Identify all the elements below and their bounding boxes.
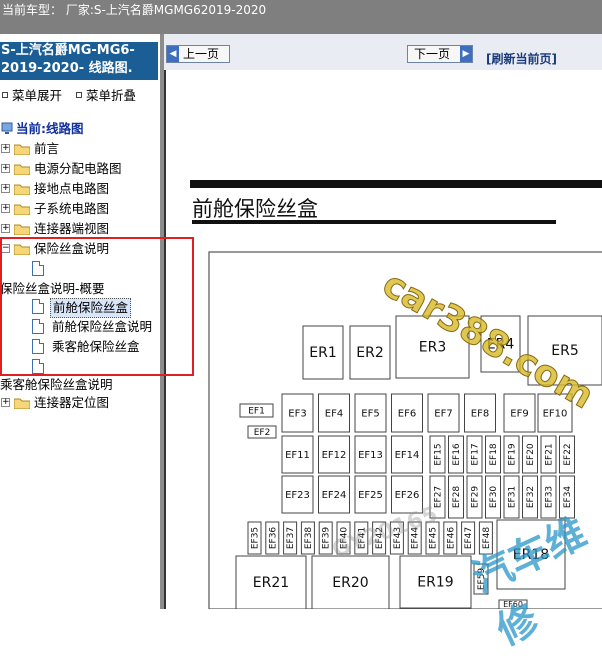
sidebar-header: S-上汽名爵MG-MG6-2019-2020- 线路图.: [0, 42, 158, 80]
fuse-ef8-label: EF8: [471, 408, 489, 419]
folder-icon: [14, 184, 30, 195]
fuse-ef44-label: EF44: [411, 527, 421, 550]
fuse-ef25-label: EF25: [358, 490, 383, 501]
computer-icon: [1, 122, 13, 134]
expand-plus-icon[interactable]: +: [1, 398, 10, 407]
fuse-ef14-label: EF14: [395, 450, 420, 461]
collapse-menu-button[interactable]: 菜单折叠: [76, 85, 136, 104]
fuse-ef35-label: EF35: [251, 527, 261, 549]
expand-icon: [2, 92, 8, 98]
diagram-area: 前舱保险丝盒 ER1 ER2 ER3 ER4 ER5 ER18 ER19 ER20 ER21 EF…: [164, 70, 602, 609]
relay-er20-label: ER20: [332, 575, 368, 591]
relay-er3-label: ER3: [419, 340, 446, 356]
fuse-ef26-label: EF26: [395, 490, 420, 501]
fuse-ef42-label: EF42: [375, 527, 385, 549]
expand-plus-icon[interactable]: +: [1, 204, 10, 213]
expand-plus-icon[interactable]: +: [1, 184, 10, 193]
relay-er21-label: ER21: [253, 575, 289, 591]
fuse-ef22-label: EF22: [563, 443, 573, 465]
expand-plus-icon[interactable]: +: [1, 144, 10, 153]
fuse-ef23-label: EF23: [285, 490, 310, 501]
fuse-ef11-label: EF11: [285, 450, 310, 461]
fuse-ef17-label: EF17: [471, 443, 481, 465]
arrow-left-icon: ◀: [167, 46, 179, 62]
fuse-ef18-label: EF18: [489, 443, 499, 466]
folder-icon: [14, 164, 30, 175]
model-bar: 当前车型： 厂家:S-上汽名爵MGMG62019-2020: [0, 0, 602, 34]
relay-er1-label: ER1: [309, 345, 336, 361]
fuse-ef39-label: EF39: [322, 527, 332, 550]
next-page-button[interactable]: 下一页 ▶: [407, 45, 473, 63]
fuse-ef24-label: EF24: [322, 490, 347, 501]
relay-er18-label: ER18: [513, 547, 549, 563]
fuse-ef20-label: EF20: [526, 443, 536, 466]
expand-menu-button[interactable]: 菜单展开: [2, 85, 62, 104]
fuse-ef41-label: EF41: [357, 527, 367, 549]
fuse-ef33-label: EF33: [545, 486, 555, 508]
fuse-ef48-label: EF48: [482, 527, 492, 550]
model-text: 当前车型： 厂家:S-上汽名爵MGMG62019-2020: [2, 3, 267, 17]
fuse-ef30-label: EF30: [489, 486, 499, 509]
fuse-ef34-label: EF34: [563, 486, 573, 509]
fuse-ef31-label: EF31: [508, 486, 518, 508]
sidebar-title: S-上汽名爵MG-MG6-2019-2020- 线路图.: [1, 43, 135, 76]
fuse-ef4-label: EF4: [325, 408, 343, 419]
content-pane: ◀ 上一页 下一页 ▶ [刷新当前页] 前舱保险丝盒 ER1 ER2 ER3 ER4 E…: [164, 34, 602, 609]
relay-er19-label: ER19: [417, 575, 453, 591]
folder-icon: [14, 224, 30, 235]
fuse-ef6-label: EF6: [398, 408, 416, 419]
folder-icon: [14, 144, 30, 155]
fuse-ef19-label: EF19: [508, 443, 518, 466]
expand-plus-icon[interactable]: +: [1, 224, 10, 233]
fuse-ef38-label: EF38: [304, 527, 314, 550]
fuse-ef60-label: EF60: [503, 600, 523, 609]
fuse-box-diagram: 前舱保险丝盒 ER1 ER2 ER3 ER4 ER5 ER18 ER19 ER20 ER21 EF…: [190, 180, 602, 609]
fuse-ef59-label: EF59: [477, 568, 487, 591]
diagram-title: 前舱保险丝盒: [192, 197, 318, 221]
fuse-ef45-label: EF45: [429, 527, 439, 549]
title-bottom-rule: [192, 220, 556, 224]
fuse-ef5-label: EF5: [361, 408, 379, 419]
title-top-rule: [190, 180, 602, 188]
fuse-ef1-label: EF1: [248, 407, 265, 417]
relay-er4-label: ER4: [487, 337, 515, 353]
folder-icon: [14, 398, 30, 409]
fuse-ef12-label: EF12: [322, 450, 347, 461]
prev-page-button[interactable]: ◀ 上一页: [166, 45, 230, 63]
fuse-ef9-label: EF9: [510, 408, 528, 419]
fuse-ef7-label: EF7: [434, 408, 452, 419]
fuse-ef13-label: EF13: [358, 450, 383, 461]
fuse-ef32-label: EF32: [526, 486, 536, 508]
collapse-icon: [76, 92, 82, 98]
fuse-ef10-label: EF10: [543, 408, 568, 419]
fuse-ef40-label: EF40: [340, 527, 350, 550]
fuse-ef43-label: EF43: [393, 527, 403, 549]
fuse-ef2-label: EF2: [254, 428, 271, 438]
relay-er2-label: ER2: [356, 345, 383, 361]
fuse-ef46-label: EF46: [446, 527, 456, 550]
page-navbar: ◀ 上一页 下一页 ▶ [刷新当前页]: [164, 34, 602, 70]
fuse-ef21-label: EF21: [545, 443, 555, 465]
fuse-ef15-label: EF15: [434, 443, 444, 465]
folder-icon: [14, 204, 30, 215]
fuse-ef27-label: EF27: [434, 486, 444, 508]
fuse-ef16-label: EF16: [452, 443, 462, 466]
expand-plus-icon[interactable]: +: [1, 164, 10, 173]
fuse-ef36-label: EF36: [268, 527, 278, 550]
fuse-ef37-label: EF37: [286, 527, 296, 549]
highlight-box: [0, 237, 194, 376]
fuse-ef47-label: EF47: [464, 527, 474, 549]
fuse-ef3-label: EF3: [288, 408, 306, 419]
fuse-ef28-label: EF28: [452, 486, 462, 509]
fuse-ef29-label: EF29: [471, 486, 481, 509]
arrow-right-icon: ▶: [460, 46, 472, 62]
refresh-link[interactable]: [刷新当前页]: [486, 50, 557, 67]
relay-er5-label: ER5: [551, 343, 578, 359]
